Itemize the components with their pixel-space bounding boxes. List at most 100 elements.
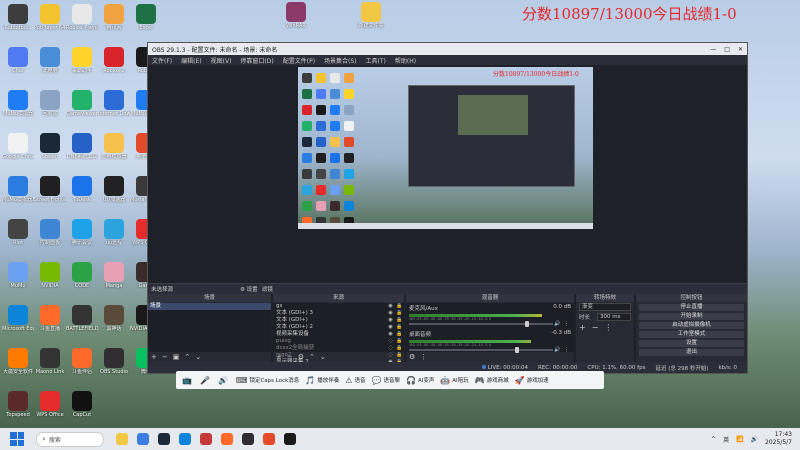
desktop-icon[interactable]: 雷电模拟器 [98,133,130,160]
menu-item[interactable]: 配置文件(P) [283,56,315,65]
source-item[interactable]: 文本 (GDI+) ◉ 🔒 [273,317,404,324]
add-icon[interactable]: + [151,353,157,361]
desktop-icon[interactable]: OBS Studio [98,348,130,375]
desktop-icon[interactable]: Chat [2,47,34,74]
add-icon[interactable]: + [579,323,586,332]
down-icon[interactable]: ⌄ [320,353,326,361]
desktop-icon[interactable]: 此电脑 [34,47,66,74]
source-item[interactable]: dcsx2全局捕获 ◌ 🔒 [273,345,404,352]
desktop-icon[interactable]: BATTLEFIELD [66,305,98,332]
desktop-icon[interactable]: Riot [2,219,34,246]
desktop-icon[interactable]: CODE [66,262,98,289]
source-item[interactable]: 文本 (GDI+) 3 ◉ 🔒 [273,310,404,317]
desktop-icon[interactable]: 斗鱼伴侣 [66,348,98,375]
add-icon[interactable]: + [276,353,282,361]
desktop-icon[interactable]: Google Chrome [2,133,34,160]
desktop-icon[interactable]: 控制面板 [34,219,66,246]
obs-preview[interactable]: 分数10897/13000今日战绩1-0 [148,65,747,283]
transition-select[interactable]: 渐变 [579,303,631,311]
desktop-icon[interactable]: MuMu [2,262,34,289]
taskbar-app-icon[interactable] [179,433,191,445]
source-item[interactable]: 视频采集设备 ◉ 🔒 [273,331,404,338]
control-button[interactable]: 工作室模式 [639,331,744,338]
toolbar-item[interactable]: 💬 语音聊 [371,376,399,385]
gear-icon[interactable]: ⚙ [409,353,415,361]
desktop-icon[interactable]: Topspeed [2,391,34,418]
tray-expand-icon[interactable]: ^ [711,436,716,443]
toolbar-item[interactable]: ⌨ 锁定Caps Lock消息 [236,376,299,385]
down-icon[interactable]: ⌄ [195,353,201,361]
toolbar-item[interactable]: 🚀 游戏加速 [515,376,549,385]
volume-fader[interactable] [409,347,553,353]
toolbar-item[interactable]: 🎧 AI变声 [406,376,434,385]
menu-item[interactable]: 工具(T) [366,56,386,65]
taskbar-search[interactable]: ⌕ 搜索 [36,431,104,447]
source-item[interactable]: puisg ◌ 🔒 [273,338,404,345]
menu-item[interactable]: 帮助(H) [395,56,416,65]
taskbar-app-icon[interactable] [116,433,128,445]
filters-button[interactable]: 滤镜 [262,285,273,293]
toolbar-item[interactable]: 🎵 播放伴奏 [305,376,339,385]
lock-icon[interactable]: 🔒 [395,303,404,310]
properties-button[interactable]: ⚙ 设置 [240,285,258,293]
up-icon[interactable]: ⌃ [309,353,315,361]
remove-icon[interactable]: − [287,353,293,361]
source-item[interactable]: 文本 (GDI+) 2 ◉ 🔒 [273,324,404,331]
desktop-icon[interactable]: Rabbitbo... [2,4,34,31]
control-button[interactable]: 设置 [639,340,744,347]
desktop-icon[interactable]: Street Fighter 6 [34,176,66,203]
volume-icon[interactable]: 🔊 [751,436,758,443]
gear-icon[interactable]: ⚙ [298,353,304,361]
maximize-icon[interactable]: □ [724,46,730,53]
volume-fader[interactable] [409,321,553,327]
desktop-file[interactable]: WinRAR [280,2,312,29]
scene-item[interactable]: 场景 [148,303,271,310]
lock-icon[interactable]: 🔒 [395,345,404,352]
taskbar-app-icon[interactable] [221,433,233,445]
desktop-icon[interactable]: Steam [34,133,66,160]
obs-window[interactable]: OBS 29.1.3 - 配置文件: 未命名 - 场景: 未命名 — □ ✕ 文… [147,42,748,374]
desktop-icon[interactable]: 斗鱼直播 [34,305,66,332]
desktop-icon[interactable]: 腾讯网 [98,4,130,31]
eye-icon[interactable]: ◉ [386,303,395,310]
taskbar-app-icon[interactable] [158,433,170,445]
desktop-icon[interactable]: Microsoft Edge [2,305,34,332]
speaker-icon[interactable]: 🔊 [553,321,562,327]
remove-icon[interactable]: − [162,353,168,361]
close-icon[interactable]: ✕ [738,46,743,53]
desktop-icon[interactable]: Maono Link [34,348,66,375]
desktop-icon[interactable]: MuMu模拟器 [2,90,34,117]
source-item[interactable]: gs ◉ 🔒 [273,303,404,310]
desktop-icon[interactable]: NVIDIA [34,262,66,289]
desktop-icon[interactable]: Internet Download... [98,90,130,117]
desktop-icon[interactable]: 毒霸助手 [66,47,98,74]
fader-knob[interactable] [525,321,530,327]
control-button[interactable]: 退出 [639,349,744,356]
eye-hidden-icon[interactable]: ◌ [386,338,395,345]
eye-icon[interactable]: ◉ [386,331,395,338]
desktop-icon[interactable]: GameViewer [66,90,98,117]
desktop-icon[interactable]: Manga [98,262,130,289]
clock[interactable]: 17:43 2025/5/7 [765,431,792,447]
menu-item[interactable]: 视图(V) [211,56,232,65]
control-button[interactable]: 启动虚拟摄像机 [639,322,744,329]
taskbar-app-icon[interactable] [242,433,254,445]
taskbar-app-icon[interactable] [200,433,212,445]
toolbar-item[interactable]: 🤖 AI陪玩 [440,376,468,385]
eye-icon[interactable]: ◉ [386,324,395,331]
desktop-icon[interactable]: 大疆安全软件 [2,348,34,375]
desktop-icon[interactable]: MuMu模拟器12 [2,176,34,203]
sources-list[interactable]: gs ◉ 🔒 文本 (GDI+) 3 ◉ 🔒 文本 (GDI+) ◉ 🔒 文本 (GDI+) 2 ◉… [273,303,404,365]
desktop-icon[interactable]: uu远程 [98,219,130,246]
lock-icon[interactable]: 🔒 [395,338,404,345]
filter-icon[interactable]: ▣ [173,353,180,361]
desktop-icon[interactable]: Roblox Player [66,4,98,31]
desktop-icon[interactable]: UU加速器 [98,176,130,203]
desktop-icon[interactable]: ToDesk [66,176,98,203]
windows-start-icon[interactable] [10,432,24,446]
eye-icon[interactable]: ◉ [386,317,395,324]
control-button[interactable]: 开始录制 [639,313,744,320]
desktop-icon[interactable]: 回收站 [34,90,66,117]
desktop-icon[interactable]: Excel [130,4,162,31]
lock-icon[interactable]: 🔒 [395,317,404,324]
